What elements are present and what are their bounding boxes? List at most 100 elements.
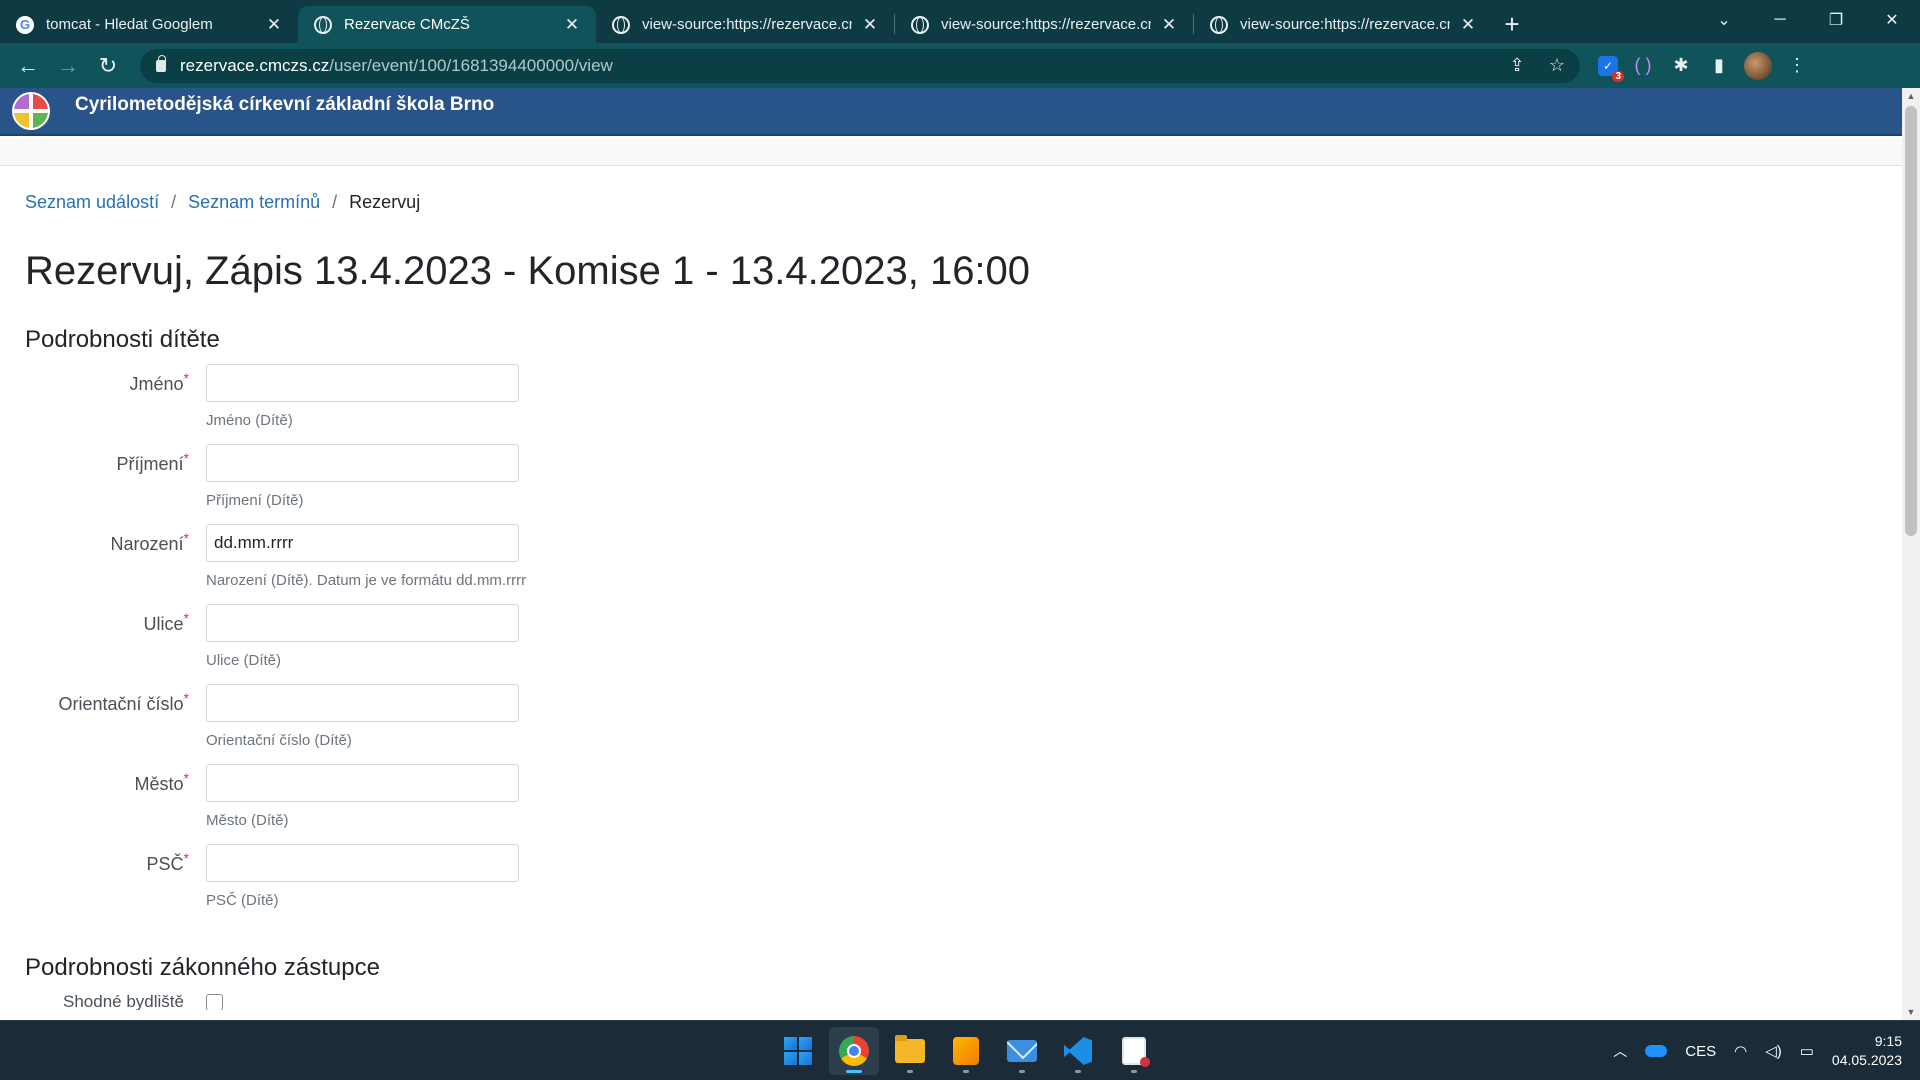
required-marker: *	[183, 450, 189, 466]
form-row-city: Město* Město (Dítě)	[25, 764, 1885, 844]
site-header: Cyrilometodějská církevní základní škola…	[0, 88, 1902, 136]
more-menu-icon[interactable]: ⋮	[1784, 53, 1810, 79]
reload-icon[interactable]: ↻	[88, 48, 128, 84]
globe-icon	[612, 15, 630, 34]
school-logo[interactable]	[12, 92, 50, 130]
browser-tab-strip: G tomcat - Hledat Googlem ✕ Rezervace CM…	[0, 0, 1920, 43]
first-name-input[interactable]	[206, 364, 519, 402]
required-marker: *	[183, 370, 189, 386]
form-row-birth-date: Narození* Narození (Dítě). Datum je ve f…	[25, 524, 1885, 604]
lock-icon[interactable]	[156, 54, 166, 72]
first-name-help: Jméno (Dítě)	[206, 412, 293, 429]
last-name-help: Příjmení (Dítě)	[206, 492, 304, 509]
side-panel-icon[interactable]: ▮	[1706, 53, 1732, 79]
windows-taskbar: ︿ CES ◠ ◁) ▭ 9:15 04.05.2023	[0, 1020, 1920, 1080]
tab-title: view-source:https://rezervace.cm	[642, 16, 852, 33]
form-row-postal-code: PSČ* PSČ (Dítě)	[25, 844, 1885, 924]
clock[interactable]: 9:15 04.05.2023	[1832, 1032, 1902, 1070]
tab-view-source-3[interactable]: view-source:https://rezervace.cm ✕	[1194, 6, 1492, 43]
same-address-checkbox[interactable]	[206, 994, 223, 1010]
form-row-last-name: Příjmení* Příjmení (Dítě)	[25, 444, 1885, 524]
profile-avatar[interactable]	[1744, 51, 1772, 80]
breadcrumb-events-link[interactable]: Seznam událostí	[25, 192, 159, 213]
tab-view-source-2[interactable]: view-source:https://rezervace.cm ✕	[895, 6, 1193, 43]
battery-icon[interactable]: ▭	[1800, 1042, 1814, 1060]
scroll-down-icon[interactable]: ▼	[1902, 1004, 1920, 1020]
tab-title: view-source:https://rezervace.cm	[1240, 16, 1450, 33]
required-marker: *	[183, 850, 189, 866]
taskbar-file-explorer[interactable]	[885, 1027, 935, 1075]
form-row-house-number: Orientační číslo* Orientační číslo (Dítě…	[25, 684, 1885, 764]
birth-date-input[interactable]	[206, 524, 519, 562]
puzzle-extensions-icon[interactable]: ✱	[1668, 53, 1694, 79]
taskbar-vscode[interactable]	[1053, 1027, 1103, 1075]
close-tab-icon[interactable]: ✕	[264, 15, 284, 35]
close-tab-icon[interactable]: ✕	[860, 15, 880, 35]
postal-code-input[interactable]	[206, 844, 519, 882]
wifi-icon[interactable]: ◠	[1734, 1042, 1747, 1060]
forward-arrow-icon[interactable]: →	[48, 48, 88, 84]
last-name-input[interactable]	[206, 444, 519, 482]
street-input[interactable]	[206, 604, 519, 642]
street-label: Ulice*	[143, 610, 189, 634]
start-button[interactable]	[773, 1027, 823, 1075]
scroll-up-icon[interactable]: ▲	[1902, 88, 1920, 104]
house-number-input[interactable]	[206, 684, 519, 722]
scrollbar-thumb[interactable]	[1905, 106, 1917, 536]
tab-view-source-1[interactable]: view-source:https://rezervace.cm ✕	[596, 6, 894, 43]
tab-title: view-source:https://rezervace.cm	[941, 16, 1151, 33]
tab-search-chevron-icon[interactable]: ⌄	[1696, 10, 1752, 30]
close-tab-icon[interactable]: ✕	[1458, 15, 1478, 35]
back-arrow-icon[interactable]: ←	[8, 48, 48, 84]
tab-rezervace[interactable]: Rezervace CMcZŠ ✕	[298, 6, 596, 43]
close-window-icon[interactable]: ✕	[1864, 10, 1920, 30]
browser-toolbar: ← → ↻ rezervace.cmczs.cz/user/event/100/…	[0, 43, 1920, 88]
address-bar[interactable]: rezervace.cmczs.cz/user/event/100/168139…	[140, 48, 1580, 83]
clock-time: 9:15	[1874, 1033, 1902, 1049]
tab-google-search[interactable]: G tomcat - Hledat Googlem ✕	[0, 6, 298, 43]
clock-date: 04.05.2023	[1831, 1052, 1902, 1068]
new-tab-button[interactable]: +	[1492, 6, 1532, 43]
bookmark-star-icon[interactable]: ☆	[1544, 55, 1570, 76]
close-tab-icon[interactable]: ✕	[562, 15, 582, 35]
street-help: Ulice (Dítě)	[206, 652, 282, 669]
extensions-area: ✓ 3 ( ) ✱ ▮ ⋮	[1598, 51, 1810, 82]
google-icon: G	[16, 15, 34, 34]
onedrive-cloud-icon[interactable]	[1645, 1045, 1668, 1057]
breadcrumb-terms-link[interactable]: Seznam termínů	[188, 192, 320, 213]
site-title[interactable]: Cyrilometodějská církevní základní škola…	[75, 94, 494, 116]
page-title: Rezervuj, Zápis 13.4.2023 - Komise 1 - 1…	[25, 249, 1031, 293]
city-label: Město*	[134, 770, 189, 794]
todo-extension-icon[interactable]: ✓ 3	[1598, 55, 1624, 82]
windows-logo-icon	[784, 1037, 812, 1065]
close-tab-icon[interactable]: ✕	[1159, 15, 1179, 35]
same-address-label: Shodné bydliště	[63, 992, 184, 1010]
restore-icon[interactable]: ❐	[1808, 10, 1864, 30]
minimize-icon[interactable]: ─	[1752, 11, 1808, 29]
breadcrumb-separator: /	[171, 192, 177, 212]
page-scrollbar[interactable]: ▲ ▼	[1902, 88, 1920, 1020]
taskbar-chrome[interactable]	[829, 1027, 879, 1075]
input-language[interactable]: CES	[1685, 1043, 1716, 1060]
taskbar-mail[interactable]	[997, 1027, 1047, 1075]
city-input[interactable]	[206, 764, 519, 802]
house-number-label: Orientační číslo*	[58, 690, 189, 714]
volume-icon[interactable]: ◁)	[1765, 1042, 1782, 1060]
birth-date-label: Narození*	[110, 530, 190, 554]
required-marker: *	[183, 770, 189, 786]
birth-date-help: Narození (Dítě). Datum je ve formátu dd.…	[206, 572, 527, 589]
taskbar-office[interactable]	[941, 1027, 991, 1075]
tab-title: tomcat - Hledat Googlem	[46, 16, 213, 33]
guardian-section-title: Podrobnosti zákonného zástupce	[25, 954, 380, 981]
share-icon[interactable]: ⇪	[1504, 55, 1530, 76]
snipping-tool-icon	[1122, 1037, 1150, 1067]
vscode-icon	[1064, 1037, 1092, 1065]
window-controls: ⌄ ─ ❐ ✕	[1696, 0, 1920, 40]
taskbar-snipping-tool[interactable]	[1109, 1027, 1159, 1075]
postal-code-help: PSČ (Dítě)	[206, 892, 279, 909]
last-name-label: Příjmení*	[116, 450, 189, 474]
required-marker: *	[183, 530, 189, 546]
tray-overflow-chevron-icon[interactable]: ︿	[1613, 1041, 1627, 1061]
devtools-extension-icon[interactable]: ( )	[1630, 53, 1656, 79]
main-content: Seznam událostí / Seznam termínů / Rezer…	[25, 166, 1885, 1010]
